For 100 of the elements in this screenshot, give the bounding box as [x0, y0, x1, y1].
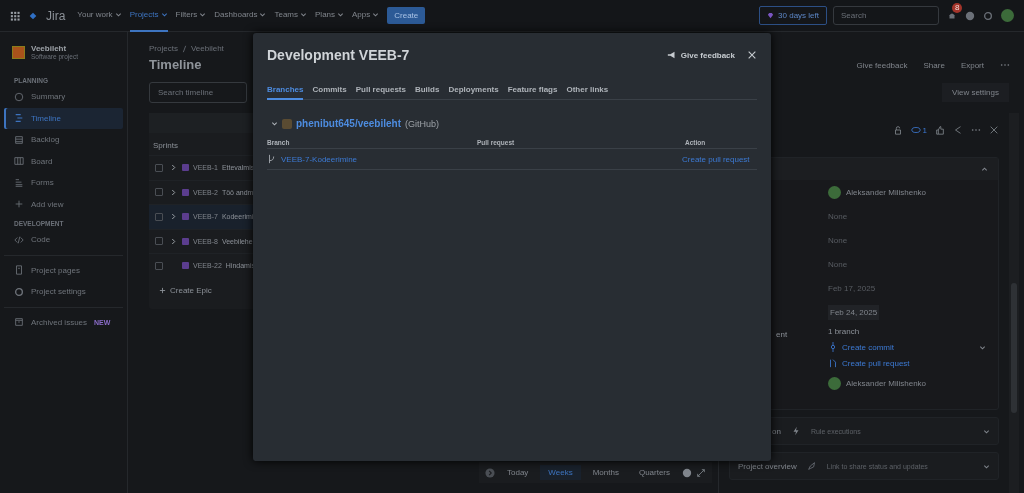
epic-icon [182, 188, 189, 196]
avatar-icon [828, 185, 841, 199]
lock-icon[interactable] [892, 125, 903, 135]
close-icon[interactable] [747, 50, 757, 60]
expand-chevron-icon[interactable] [271, 120, 278, 127]
field-value: Aleksander Milishenko [846, 187, 927, 197]
tab[interactable]: Branches [267, 85, 304, 100]
chevron-down-icon [337, 11, 345, 18]
app-grid-icon[interactable] [10, 10, 20, 21]
megaphone-icon [666, 50, 677, 60]
repository-host: (GitHub) [405, 118, 440, 129]
sidebar-item[interactable]: Project settings [4, 281, 123, 303]
scale-tab[interactable]: Weeks [540, 465, 581, 480]
chevron-down-icon [160, 11, 168, 18]
checkbox[interactable] [155, 163, 163, 172]
chevron-icon[interactable] [171, 213, 176, 221]
sidebar-item[interactable]: Backlog [4, 129, 123, 151]
header-action-button[interactable]: Export [960, 60, 984, 70]
chevron-icon [983, 427, 990, 435]
sidebar-item[interactable]: Summary [4, 86, 123, 108]
nav-menu[interactable]: Teams [274, 0, 307, 32]
plus-icon [159, 286, 166, 294]
share-icon[interactable] [953, 125, 963, 135]
header-action-button[interactable]: Give feedback [856, 60, 908, 70]
create-link[interactable]: Create commit [842, 342, 894, 352]
chevron-down-icon [114, 11, 122, 18]
chevron-down-icon [259, 11, 267, 18]
trial-button[interactable]: 30 days left [759, 6, 827, 25]
create-epic-button[interactable]: Create Epic [149, 277, 222, 303]
tab[interactable]: Builds [414, 85, 440, 100]
repository-link[interactable]: phenibut645/veebileht [296, 118, 402, 129]
sidebar-item[interactable]: Forms [4, 172, 123, 194]
checkbox[interactable] [155, 237, 163, 246]
tab[interactable]: Feature flags [507, 85, 558, 100]
field-value: Feb 17, 2025 [828, 283, 876, 293]
code-icon [14, 234, 24, 245]
header-action-button[interactable]: Share [923, 60, 945, 70]
sidebar-item[interactable]: Board [4, 150, 123, 172]
chevron-down-icon [372, 11, 380, 18]
nav-menu[interactable]: Your work [77, 0, 122, 32]
search-field[interactable]: Search [833, 6, 939, 25]
give-feedback-button[interactable]: Give feedback [666, 50, 735, 60]
view-settings-button[interactable]: View settings [942, 83, 1009, 102]
scale-tab[interactable]: Quarters [630, 465, 679, 480]
chevron-icon[interactable] [171, 188, 176, 196]
expand-icon[interactable] [696, 467, 707, 478]
eye-icon[interactable] [910, 125, 921, 135]
branch-link[interactable]: VEEB-7-Kodeerimine [281, 154, 358, 164]
close-icon[interactable] [989, 125, 999, 135]
tab[interactable]: Deployments [448, 85, 499, 100]
breadcrumb-link[interactable]: Projects [149, 44, 178, 53]
create-link[interactable]: Create pull request [842, 358, 910, 368]
field-value: None [828, 259, 848, 269]
nav-menu[interactable]: Plans [315, 0, 345, 32]
field-label: ent [776, 330, 788, 339]
project-name[interactable]: Veebileht [31, 44, 78, 53]
chevron-down-icon [199, 11, 207, 18]
field-value: None [828, 235, 848, 245]
column-heading: Sprints [153, 141, 178, 150]
tab[interactable]: Pull requests [355, 85, 406, 100]
nav-menu[interactable]: Dashboards [214, 0, 267, 32]
create-button[interactable]: Create [387, 7, 426, 24]
create-pull-request-link[interactable]: Create pull request [682, 154, 750, 164]
plus-icon [14, 199, 24, 210]
notification-badge: 8 [952, 2, 963, 13]
avatar-icon[interactable] [1001, 9, 1014, 22]
collapse-icon[interactable] [981, 165, 988, 173]
watcher-count: 1 [922, 125, 927, 135]
dropdown-icon[interactable] [979, 343, 986, 351]
chevron-down-icon [300, 11, 307, 18]
tab[interactable]: Other links [566, 85, 609, 100]
scrollbar[interactable] [1009, 113, 1019, 493]
date-chip[interactable]: Feb 24, 2025 [828, 304, 880, 320]
sidebar-item[interactable]: Timeline [4, 107, 123, 129]
breadcrumb-separator-icon [181, 44, 187, 53]
nav-menu[interactable]: Projects [129, 0, 168, 32]
sidebar-item[interactable]: Project pages [4, 259, 123, 281]
next-icon[interactable] [485, 467, 495, 478]
search-field[interactable]: Search timeline [149, 82, 247, 103]
checkbox[interactable] [155, 261, 163, 270]
chevron-icon[interactable] [171, 237, 176, 245]
tab[interactable]: Commits [312, 85, 347, 100]
nav-menu[interactable]: Apps [352, 0, 380, 32]
nav-menu[interactable]: Filters [175, 0, 207, 32]
product-name[interactable]: Jira [46, 8, 66, 23]
field-value: None [828, 211, 848, 221]
checkbox[interactable] [155, 212, 163, 221]
sidebar-item[interactable]: Code [4, 229, 123, 251]
logo-icon [28, 10, 38, 21]
scale-tab[interactable]: Today [499, 465, 537, 480]
scale-tab[interactable]: Months [584, 465, 627, 480]
breadcrumb-link[interactable]: Veebileht [190, 44, 224, 53]
forms-icon [14, 177, 24, 188]
project-logo-icon [12, 45, 25, 59]
chevron-icon[interactable] [171, 164, 176, 172]
sidebar-item[interactable]: Add view [4, 193, 123, 215]
avatar-icon [828, 376, 841, 390]
checkbox[interactable] [155, 188, 163, 197]
repo-avatar-icon [282, 118, 292, 129]
thumbs-up-icon[interactable] [935, 125, 945, 135]
